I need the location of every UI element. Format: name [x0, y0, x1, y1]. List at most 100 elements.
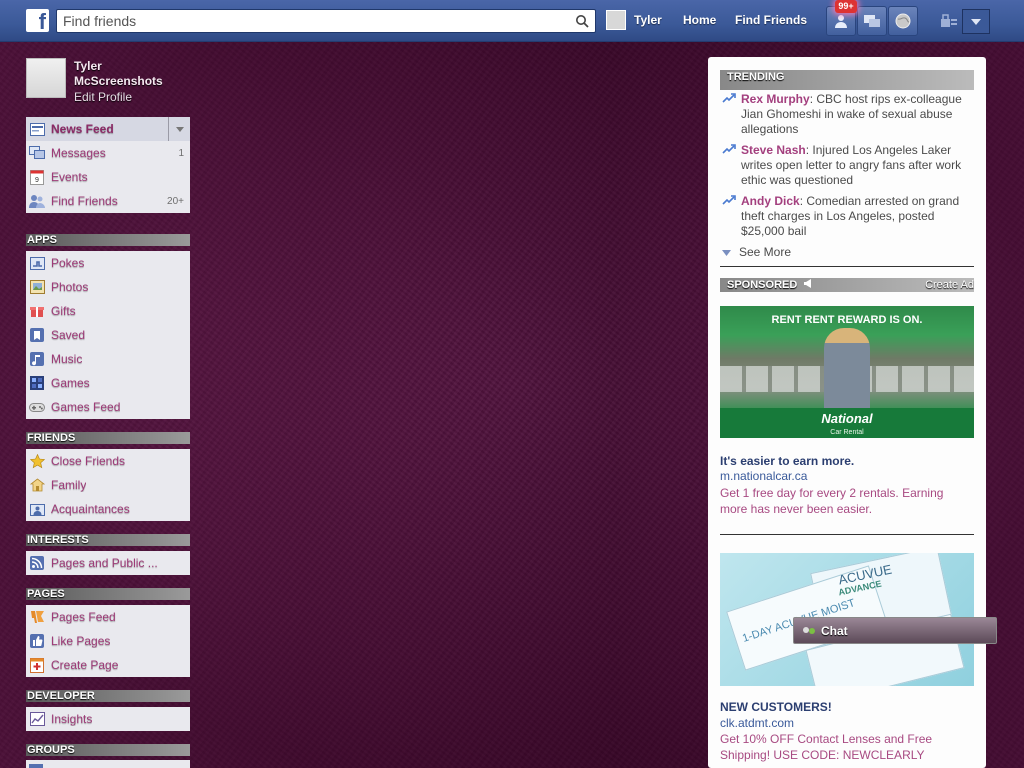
section-divider [720, 266, 974, 267]
ad-body: Get 1 free day for every 2 rentals. Earn… [720, 486, 944, 516]
ad-url[interactable]: m.nationalcar.ca [720, 469, 807, 483]
trending-item[interactable]: Rex Murphy: CBC host rips ex-colleague J… [720, 92, 970, 137]
bookmark-icon [29, 327, 45, 343]
sidebar-item-games-feed[interactable]: Games Feed [26, 395, 190, 419]
trending-item[interactable]: Steve Nash: Injured Los Angeles Laker wr… [720, 143, 970, 188]
sponsored-heading: SPONSORED Create Ad [720, 278, 974, 292]
sidebar-item-news-feed[interactable]: News Feed [26, 117, 190, 141]
see-more-link[interactable]: See More [722, 245, 791, 259]
ad-title[interactable]: NEW CUSTOMERS! [720, 700, 832, 714]
apps-section: Pokes Photos Gifts Saved Music Games Gam… [26, 251, 190, 419]
notifications-button[interactable] [888, 6, 918, 36]
sidebar-item-label: News Feed [51, 122, 114, 136]
groups-section [26, 760, 190, 768]
ad-body: Get 10% OFF Contact Lenses and Free Ship… [720, 732, 933, 762]
poke-icon [29, 255, 45, 271]
chat-bar[interactable]: Chat [793, 617, 997, 644]
create-ad-link[interactable]: Create Ad [925, 278, 974, 292]
trending-item[interactable]: Andy Dick: Comedian arrested on grand th… [720, 194, 970, 239]
sidebar-item-events[interactable]: 9 Events [26, 165, 190, 189]
friend-requests-icon [835, 15, 847, 28]
ad-image-headline: RENT RENT REWARD IS ON. [771, 314, 923, 326]
messages-button[interactable] [857, 6, 887, 36]
sidebar-item-gifts[interactable]: Gifts [26, 299, 190, 323]
see-more-label: See More [739, 245, 792, 259]
news-feed-options-button[interactable] [168, 117, 190, 141]
profile-name[interactable]: Tyler McScreenshots [74, 59, 163, 89]
trending-topic[interactable]: Steve Nash [741, 143, 806, 157]
sidebar-item-label: Gifts [51, 304, 76, 318]
friends-heading: FRIENDS [26, 432, 190, 444]
trending-arrow-icon [722, 93, 736, 103]
calendar-icon: 9 [29, 169, 45, 185]
pages-heading: PAGES [26, 588, 190, 600]
interests-section: Pages and Public ... [26, 551, 190, 575]
developer-section: Insights [26, 707, 190, 731]
national-logo: National [821, 411, 873, 426]
sidebar-item-like-pages[interactable]: Like Pages [26, 629, 190, 653]
notification-count-badge: 99+ [835, 0, 857, 13]
sidebar-item-messages[interactable]: Messages 1 [26, 141, 190, 165]
top-bar: f Tyler Home Find Friends 99+ [0, 0, 1024, 42]
favorites-section: News Feed Messages 1 9 Events Find Frien… [26, 117, 190, 213]
sidebar-item-find-friends[interactable]: Find Friends 20+ [26, 189, 190, 213]
sidebar-item-label: Photos [51, 280, 89, 294]
trending-topic[interactable]: Andy Dick [741, 194, 800, 208]
ad-url[interactable]: clk.atdmt.com [720, 716, 794, 730]
insights-icon [29, 711, 45, 727]
unread-count: 1 [178, 147, 184, 159]
search-icon [576, 15, 589, 28]
ad-title[interactable]: It's easier to earn more. [720, 454, 854, 468]
facebook-logo[interactable]: f [26, 9, 49, 32]
sidebar-item-saved[interactable]: Saved [26, 323, 190, 347]
sidebar-item-label: Events [51, 170, 88, 184]
ad-divider [720, 534, 974, 535]
user-avatar[interactable] [606, 10, 626, 30]
sidebar-item-close-friends[interactable]: Close Friends [26, 449, 190, 473]
groups-icon [29, 764, 43, 768]
find-friends-link[interactable]: Find Friends [735, 13, 807, 27]
sidebar-item-pokes[interactable]: Pokes [26, 251, 190, 275]
sidebar-item-label: Games [51, 376, 90, 390]
sidebar-item-pages-feed[interactable]: Pages Feed [26, 605, 190, 629]
sidebar-item-family[interactable]: Family [26, 473, 190, 497]
sponsored-label: SPONSORED [727, 279, 798, 291]
home-link[interactable]: Home [683, 13, 716, 27]
account-settings-button[interactable] [962, 9, 990, 34]
friends-section: Close Friends Family Acquaintances [26, 449, 190, 521]
family-icon [29, 477, 45, 493]
profile-link[interactable]: Tyler [634, 13, 662, 27]
chevron-down-icon [971, 18, 981, 25]
sidebar-item-photos[interactable]: Photos [26, 275, 190, 299]
sidebar-item-label: Family [51, 478, 87, 492]
chat-label: Chat [821, 623, 848, 638]
sidebar-item-create-page[interactable]: Create Page [26, 653, 190, 677]
chevron-down-icon [175, 126, 184, 132]
sidebar-item-insights[interactable]: Insights [26, 707, 190, 731]
sidebar-item-label: Pokes [51, 256, 85, 270]
sidebar-item-games[interactable]: Games [26, 371, 190, 395]
pages-feed-icon [29, 609, 45, 625]
search-input[interactable] [57, 10, 557, 32]
privacy-shortcuts-icon[interactable] [940, 14, 958, 28]
apps-heading: APPS [26, 234, 190, 246]
interests-heading: INTERESTS [26, 534, 190, 546]
developer-heading: DEVELOPER [26, 690, 190, 702]
profile-picture[interactable] [26, 58, 66, 98]
sidebar-item-music[interactable]: Music [26, 347, 190, 371]
trending-topic[interactable]: Rex Murphy [741, 92, 810, 106]
search-box [56, 9, 596, 33]
ad-image-national[interactable]: RENT RENT REWARD IS ON. National Car Ren… [720, 306, 974, 438]
edit-profile-link[interactable]: Edit Profile [74, 90, 132, 104]
sidebar-item-label: Acquaintances [51, 502, 130, 516]
sidebar-item-label: Messages [51, 146, 106, 160]
sidebar-item-pages-and-public-figures[interactable]: Pages and Public ... [26, 551, 190, 575]
sidebar-item-label: Games Feed [51, 400, 121, 414]
find-friends-icon [29, 193, 45, 209]
sidebar-item-acquaintances[interactable]: Acquaintances [26, 497, 190, 521]
messages-icon [864, 15, 880, 27]
national-logo-sub: Car Rental [830, 429, 864, 436]
search-button[interactable] [569, 10, 595, 32]
trending-arrow-icon [722, 144, 736, 154]
star-icon [29, 453, 45, 469]
